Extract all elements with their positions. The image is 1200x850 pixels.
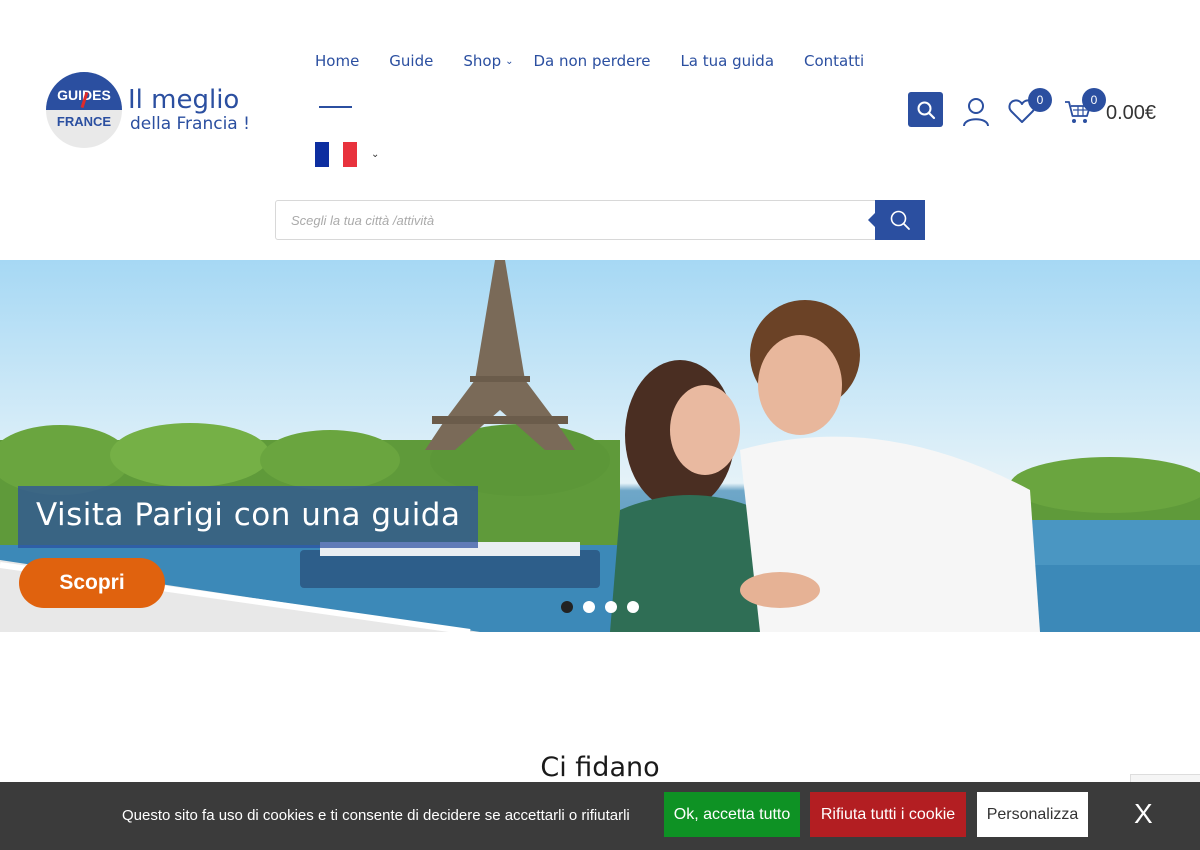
account-button[interactable]	[962, 97, 990, 132]
search-button[interactable]	[908, 92, 943, 127]
recaptcha-badge	[1130, 774, 1200, 782]
page: GUIDES FRANCE Il meglio della Francia ! …	[0, 0, 1200, 850]
section-title: Ci fidano	[540, 752, 660, 783]
nav-item-guide[interactable]: Guide	[389, 52, 433, 70]
nav-label: Da non perdere	[533, 52, 651, 70]
nav-active-indicator	[319, 106, 352, 108]
main-nav: Home Guide Shop ⌄ Da non perdere La tua g…	[315, 52, 894, 70]
search-submit-button[interactable]	[868, 200, 925, 240]
site-logo[interactable]: GUIDES FRANCE Il meglio della Francia !	[46, 72, 250, 148]
slider-dot[interactable]	[627, 601, 639, 613]
search-input[interactable]	[276, 201, 875, 239]
nav-label: Home	[315, 52, 360, 70]
wishlist-count-badge: 0	[1028, 88, 1052, 112]
cart-total[interactable]: 0.00€	[1106, 102, 1156, 125]
nav-item-la-tua-guida[interactable]: La tua guida	[680, 52, 774, 70]
french-flag-icon	[315, 142, 357, 167]
language-selector[interactable]: ⌄	[315, 142, 379, 167]
logo-title: Il meglio	[128, 85, 240, 115]
nav-item-home[interactable]: Home	[315, 52, 359, 70]
customize-cookies-button[interactable]: Personalizza	[977, 792, 1088, 837]
nav-label: Guide	[389, 52, 434, 70]
accept-all-cookies-button[interactable]: Ok, accetta tutto	[664, 792, 800, 837]
slider-dot[interactable]	[561, 601, 573, 613]
logo-badge: GUIDES FRANCE	[46, 72, 122, 148]
search-icon	[917, 101, 935, 119]
nav-label: La tua guida	[680, 52, 775, 70]
hero-slider: Visita Parigi con una guida Scopri	[0, 260, 1200, 632]
logo-tagline: Il meglio della Francia !	[128, 86, 250, 134]
slider-dot[interactable]	[605, 601, 617, 613]
cookie-message: Questo sito fa uso di cookies e ti conse…	[122, 807, 630, 824]
hero-image	[0, 260, 1200, 632]
slider-dot[interactable]	[583, 601, 595, 613]
cookie-banner: Questo sito fa uso di cookies e ti conse…	[0, 782, 1200, 850]
nav-item-contatti[interactable]: Contatti	[804, 52, 864, 70]
cart-count-badge: 0	[1082, 88, 1106, 112]
close-icon[interactable]: X	[1134, 798, 1153, 830]
search-icon	[890, 210, 910, 230]
nav-label: Shop	[463, 52, 502, 70]
user-icon	[963, 98, 989, 127]
reject-all-cookies-button[interactable]: Rifiuta tutti i cookie	[810, 792, 966, 837]
nav-item-shop[interactable]: Shop ⌄	[463, 52, 513, 70]
chevron-down-icon: ⌄	[505, 55, 514, 67]
city-activity-search	[275, 200, 925, 240]
logo-subtitle: della Francia !	[130, 114, 250, 134]
chevron-down-icon: ⌄	[371, 149, 380, 160]
logo-bottom-text: FRANCE	[56, 114, 112, 129]
discover-button[interactable]: Scopri	[19, 558, 165, 608]
hero-title: Visita Parigi con una guida	[18, 486, 479, 548]
slider-dots	[561, 601, 639, 613]
nav-item-da-non-perdere[interactable]: Da non perdere	[533, 52, 650, 70]
nav-label: Contatti	[804, 52, 865, 70]
